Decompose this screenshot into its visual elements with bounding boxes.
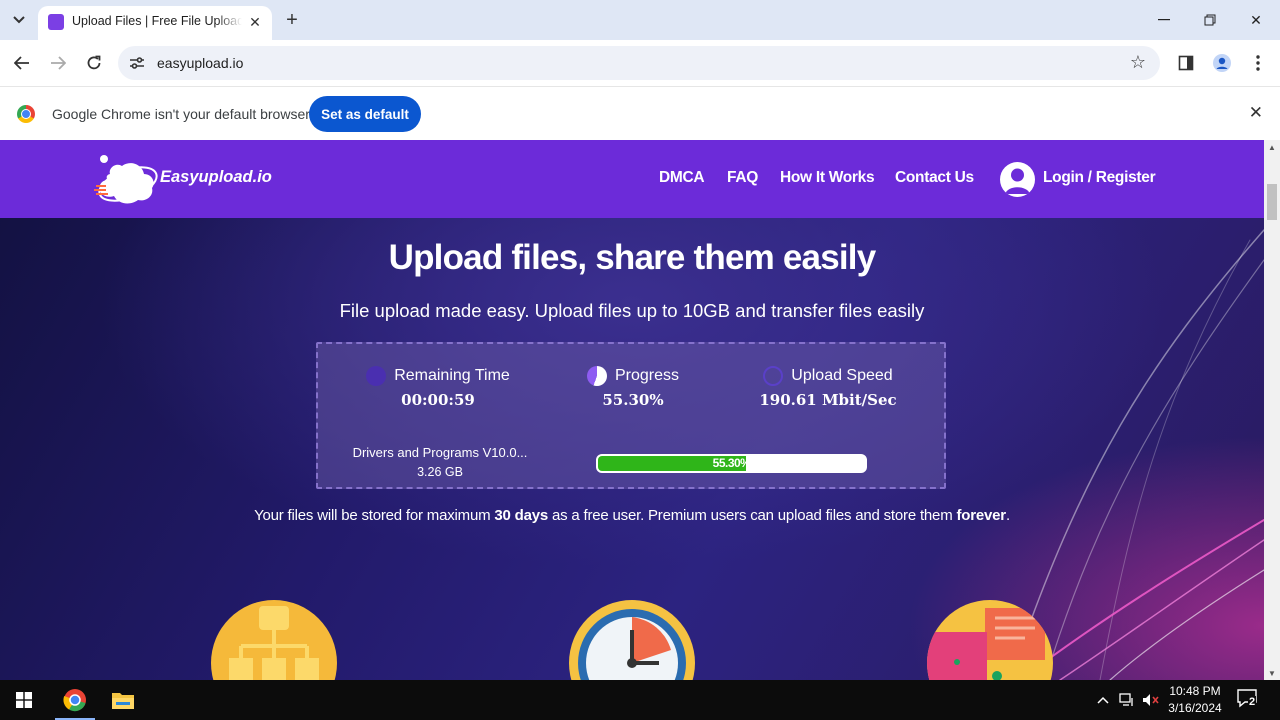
speedometer-icon <box>763 366 784 386</box>
taskbar-clock[interactable]: 10:48 PM 3/16/2024 <box>1164 683 1226 717</box>
progress-stat: Progress 55.30% <box>568 366 698 409</box>
chevron-down-icon <box>13 16 25 24</box>
bookmark-star-icon[interactable]: ☆ <box>1130 52 1146 73</box>
upload-status-card: Remaining Time 00:00:59 Progress 55.30% … <box>316 342 946 489</box>
upload-speed-label: Upload Speed <box>791 367 893 384</box>
upload-progress-bar: 55.30% <box>596 454 867 473</box>
back-arrow-icon[interactable] <box>8 49 36 77</box>
scroll-down-arrow-icon[interactable]: ▼ <box>1264 666 1280 680</box>
chrome-taskbar-icon[interactable] <box>51 680 99 720</box>
storage-note: Your files will be stored for maximum 30… <box>0 507 1264 524</box>
nav-link-dmca[interactable]: DMCA <box>659 169 705 187</box>
user-avatar-icon[interactable] <box>1000 162 1035 197</box>
url-text: easyupload.io <box>157 55 244 71</box>
forward-arrow-icon[interactable] <box>44 49 72 77</box>
site-header: Easyupload.io DMCA FAQ How It Works Cont… <box>0 140 1264 218</box>
progress-value: 55.30% <box>602 391 664 409</box>
page-viewport: Easyupload.io DMCA FAQ How It Works Cont… <box>0 140 1264 680</box>
scroll-up-arrow-icon[interactable]: ▲ <box>1264 140 1280 154</box>
profile-icon[interactable] <box>1208 49 1236 77</box>
close-window-icon[interactable]: ✕ <box>1233 0 1279 40</box>
reload-icon[interactable] <box>80 49 108 77</box>
progress-label: Progress <box>614 367 680 384</box>
upload-speed-stat: Upload Speed 190.61 Mbit/Sec <box>748 366 908 409</box>
hero-subtitle: File upload made easy. Upload files up t… <box>339 300 925 321</box>
notification-count: 2 <box>1248 696 1257 708</box>
remaining-time-value: 00:00:59 <box>401 391 475 409</box>
windows-start-icon[interactable] <box>0 680 48 720</box>
clock-date: 3/16/2024 <box>1168 701 1222 715</box>
cloud-upload-logo-icon[interactable] <box>94 150 160 208</box>
site-info-tune-icon[interactable] <box>128 54 146 72</box>
nav-link-contact-us[interactable]: Contact Us <box>895 169 974 187</box>
restore-icon[interactable] <box>1187 0 1233 40</box>
storage-note-middle: as a free user. Premium users can upload… <box>548 507 957 524</box>
tab-title: Upload Files | Free File Upload <box>72 14 242 28</box>
site-logo-text[interactable]: Easyupload.io <box>160 168 272 187</box>
more-menu-icon[interactable] <box>1244 49 1272 77</box>
browser-toolbar: easyupload.io ☆ <box>0 40 1280 86</box>
storage-forever: forever <box>956 507 1006 524</box>
progress-ring-icon <box>586 366 607 386</box>
close-infobar-icon[interactable]: ✕ <box>1249 103 1263 123</box>
default-browser-infobar: Google Chrome isn't your default browser… <box>0 86 1280 141</box>
volume-muted-icon[interactable] <box>1141 690 1161 710</box>
chrome-logo-icon <box>17 105 35 123</box>
tab-search-button[interactable] <box>6 7 32 33</box>
tray-overflow-chevron-icon[interactable] <box>1093 690 1113 710</box>
nav-link-faq[interactable]: FAQ <box>727 169 758 187</box>
progress-bar-text: 55.30% <box>712 456 751 470</box>
network-icon[interactable] <box>1117 690 1137 710</box>
close-tab-icon[interactable]: ✕ <box>246 13 264 31</box>
notification-center-icon[interactable]: 2 <box>1236 688 1262 712</box>
nav-link-how-it-works[interactable]: How It Works <box>780 169 875 187</box>
page-scrollbar[interactable]: ▲ ▼ <box>1264 140 1280 680</box>
new-tab-plus-icon[interactable]: + <box>280 8 304 32</box>
storage-note-suffix: . <box>1005 507 1010 524</box>
hero-title: Upload files, share them easily <box>388 238 877 277</box>
clock-time: 10:48 PM <box>1169 684 1221 698</box>
remaining-time-stat: Remaining Time 00:00:59 <box>358 366 518 409</box>
scroll-thumb[interactable] <box>1267 184 1277 220</box>
file-size: 3.26 GB <box>417 465 463 479</box>
minimize-icon[interactable] <box>1141 0 1187 40</box>
address-bar[interactable]: easyupload.io ☆ <box>118 46 1160 80</box>
upload-speed-value: 190.61 Mbit/Sec <box>759 391 897 409</box>
browser-tab[interactable]: Upload Files | Free File Upload ✕ <box>38 6 272 40</box>
login-register-link[interactable]: Login / Register <box>1043 169 1156 187</box>
windows-taskbar: 10:48 PM 3/16/2024 2 <box>0 680 1280 720</box>
file-explorer-taskbar-icon[interactable] <box>99 680 147 720</box>
set-as-default-button[interactable]: Set as default <box>309 96 421 132</box>
side-panel-icon[interactable] <box>1172 49 1200 77</box>
file-name: Drivers and Programs V10.0... <box>352 445 528 460</box>
remaining-time-label: Remaining Time <box>394 367 510 384</box>
storage-days: 30 days <box>494 507 549 524</box>
easyupload-favicon-icon <box>48 14 64 30</box>
tab-strip: Upload Files | Free File Upload ✕ + ✕ <box>0 0 1280 40</box>
storage-note-prefix: Your files will be stored for maximum <box>254 507 495 524</box>
hourglass-icon <box>366 366 387 386</box>
infobar-message: Google Chrome isn't your default browser <box>52 106 310 122</box>
